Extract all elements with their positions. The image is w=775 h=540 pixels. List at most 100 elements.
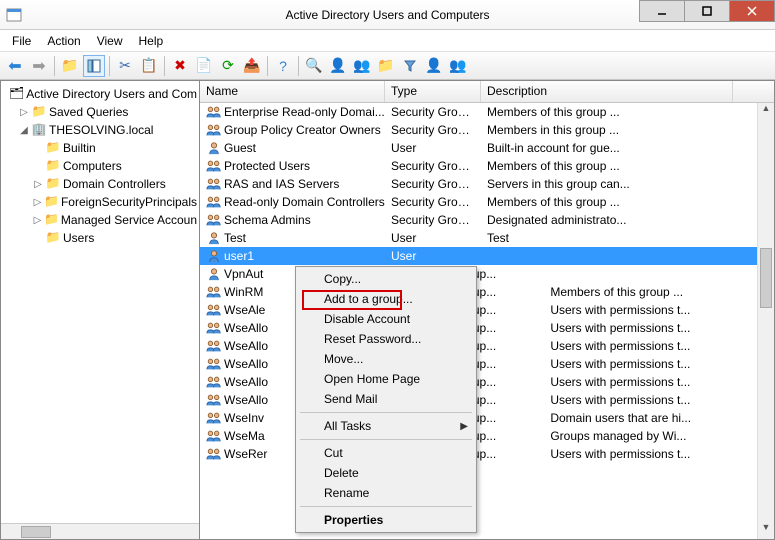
row-name: Protected Users xyxy=(224,159,310,173)
minimize-button[interactable] xyxy=(639,0,685,22)
row-description: Domain users that are hi... xyxy=(544,411,774,425)
context-menu-item[interactable]: Reset Password... xyxy=(298,329,474,349)
column-name[interactable]: Name xyxy=(200,81,385,102)
context-menu-item[interactable]: All Tasks▶ xyxy=(298,416,474,436)
column-description[interactable]: Description xyxy=(481,81,733,102)
list-row[interactable]: Enterprise Read-only Domai...Security Gr… xyxy=(200,103,774,121)
list-row[interactable]: WseRerroup...Users with permissions t... xyxy=(200,445,774,463)
tree-foreign-security[interactable]: ▷📁ForeignSecurityPrincipals xyxy=(31,193,197,211)
row-type: Security Group... xyxy=(385,177,481,191)
tree-saved-queries-label: Saved Queries xyxy=(49,105,128,119)
list-row[interactable]: WseMaroup...Groups managed by Wi... xyxy=(200,427,774,445)
row-type: Security Group... xyxy=(385,159,481,173)
list-row[interactable]: GuestUserBuilt-in account for gue... xyxy=(200,139,774,157)
row-name: Test xyxy=(224,231,246,245)
row-description: Groups managed by Wi... xyxy=(544,429,774,443)
find-button[interactable]: 🔍 xyxy=(303,55,325,77)
nav-forward-button[interactable]: ➡ xyxy=(28,55,50,77)
list-row[interactable]: Group Policy Creator OwnersSecurity Grou… xyxy=(200,121,774,139)
list-row[interactable]: TestUserTest xyxy=(200,229,774,247)
context-menu-item[interactable]: Add to a group... xyxy=(298,289,474,309)
close-button[interactable] xyxy=(729,0,775,22)
misc-button[interactable]: 👥 xyxy=(447,55,469,77)
list-row[interactable]: WseAlloroup...Users with permissions t..… xyxy=(200,391,774,409)
menu-help[interactable]: Help xyxy=(131,32,172,50)
context-menu-item[interactable]: Disable Account xyxy=(298,309,474,329)
folder-icon: 📁 xyxy=(44,194,59,210)
tree-item-label: Domain Controllers xyxy=(63,177,166,191)
context-menu-item[interactable]: Rename xyxy=(298,483,474,503)
new-ou-button[interactable]: 📁 xyxy=(375,55,397,77)
cut-button[interactable]: ✂ xyxy=(114,55,136,77)
list-row[interactable]: VpnAutroup... xyxy=(200,265,774,283)
column-headers: Name Type Description xyxy=(200,81,774,103)
row-type: User xyxy=(385,141,481,155)
help-button[interactable]: ? xyxy=(272,55,294,77)
maximize-button[interactable] xyxy=(684,0,730,22)
list-row[interactable]: WseAlloroup...Users with permissions t..… xyxy=(200,355,774,373)
column-type[interactable]: Type xyxy=(385,81,481,102)
user-icon xyxy=(206,266,222,282)
tree-domain[interactable]: ◢ 🏢 THESOLVING.local xyxy=(17,121,197,139)
tree-builtin[interactable]: 📁Builtin xyxy=(31,139,197,157)
nav-back-button[interactable]: ⬅ xyxy=(4,55,26,77)
context-menu-item[interactable]: Cut xyxy=(298,443,474,463)
context-menu-item[interactable]: Open Home Page xyxy=(298,369,474,389)
row-name: WseAllo xyxy=(224,339,268,353)
export-list-button[interactable]: 📤 xyxy=(241,55,263,77)
context-menu-item[interactable]: Delete xyxy=(298,463,474,483)
menu-action[interactable]: Action xyxy=(39,32,88,50)
folder-icon: 📁 xyxy=(44,212,59,228)
list-row[interactable]: WseInvroup...Domain users that are hi... xyxy=(200,409,774,427)
group-icon xyxy=(206,428,222,444)
delete-button[interactable]: ✖ xyxy=(169,55,191,77)
menu-file[interactable]: File xyxy=(4,32,39,50)
app-icon xyxy=(6,7,22,23)
context-menu-item[interactable]: Properties xyxy=(298,510,474,530)
list-row[interactable]: WseAlloroup...Users with permissions t..… xyxy=(200,319,774,337)
vertical-scrollbar[interactable]: ▲ ▼ xyxy=(757,103,774,539)
list-row[interactable]: WseAlloroup...Users with permissions t..… xyxy=(200,337,774,355)
list-row[interactable]: RAS and IAS ServersSecurity Group...Serv… xyxy=(200,175,774,193)
submenu-arrow-icon: ▶ xyxy=(460,421,468,432)
properties-button[interactable]: 📄 xyxy=(193,55,215,77)
list-row[interactable]: WseAleroup...Users with permissions t... xyxy=(200,301,774,319)
show-hide-tree-button[interactable] xyxy=(83,55,105,77)
tree-domain-controllers[interactable]: ▷📁Domain Controllers xyxy=(31,175,197,193)
list-row[interactable]: Read-only Domain ControllersSecurity Gro… xyxy=(200,193,774,211)
toolbar: ⬅ ➡ 📁 ✂ 📋 ✖ 📄 ⟳ 📤 ? 🔍 👤 👥 📁 👤 👥 xyxy=(0,52,775,80)
context-menu-item[interactable]: Send Mail xyxy=(298,389,474,409)
menu-view[interactable]: View xyxy=(89,32,131,50)
row-name: WseInv xyxy=(224,411,264,425)
tree-pane[interactable]: 🗂 Active Directory Users and Com ▷ 📁 Sav… xyxy=(0,81,200,540)
context-menu-item[interactable]: Copy... xyxy=(298,269,474,289)
row-name: WseAllo xyxy=(224,321,268,335)
list-row[interactable]: Protected UsersSecurity Group...Members … xyxy=(200,157,774,175)
up-button[interactable]: 📁 xyxy=(59,55,81,77)
list-row[interactable]: Schema AdminsSecurity Group...Designated… xyxy=(200,211,774,229)
row-name: Schema Admins xyxy=(224,213,311,227)
add-to-group-button[interactable]: 👤 xyxy=(423,55,445,77)
refresh-button[interactable]: ⟳ xyxy=(217,55,239,77)
context-menu-separator xyxy=(300,412,472,413)
horizontal-scrollbar[interactable] xyxy=(1,523,199,539)
new-user-button[interactable]: 👤 xyxy=(327,55,349,77)
tree-saved-queries[interactable]: ▷ 📁 Saved Queries xyxy=(17,103,197,121)
tree-managed-service[interactable]: ▷📁Managed Service Accoun xyxy=(31,211,197,229)
tree-computers[interactable]: 📁Computers xyxy=(31,157,197,175)
context-menu-item[interactable]: Move... xyxy=(298,349,474,369)
folder-icon: 📁 xyxy=(45,158,61,174)
copy-button[interactable]: 📋 xyxy=(138,55,160,77)
row-name: Guest xyxy=(224,141,256,155)
tree-root[interactable]: 🗂 Active Directory Users and Com xyxy=(3,85,197,103)
list-row[interactable]: WinRMroup...Members of this group ... xyxy=(200,283,774,301)
list-row[interactable]: user1User xyxy=(200,247,774,265)
tree-users[interactable]: 📁Users xyxy=(31,229,197,247)
list-row[interactable]: WseAlloroup...Users with permissions t..… xyxy=(200,373,774,391)
group-icon xyxy=(206,122,222,138)
new-group-button[interactable]: 👥 xyxy=(351,55,373,77)
row-description: Users with permissions t... xyxy=(544,303,774,317)
row-name: Read-only Domain Controllers xyxy=(224,195,385,209)
filter-button[interactable] xyxy=(399,55,421,77)
row-description: Members of this group ... xyxy=(481,195,733,209)
